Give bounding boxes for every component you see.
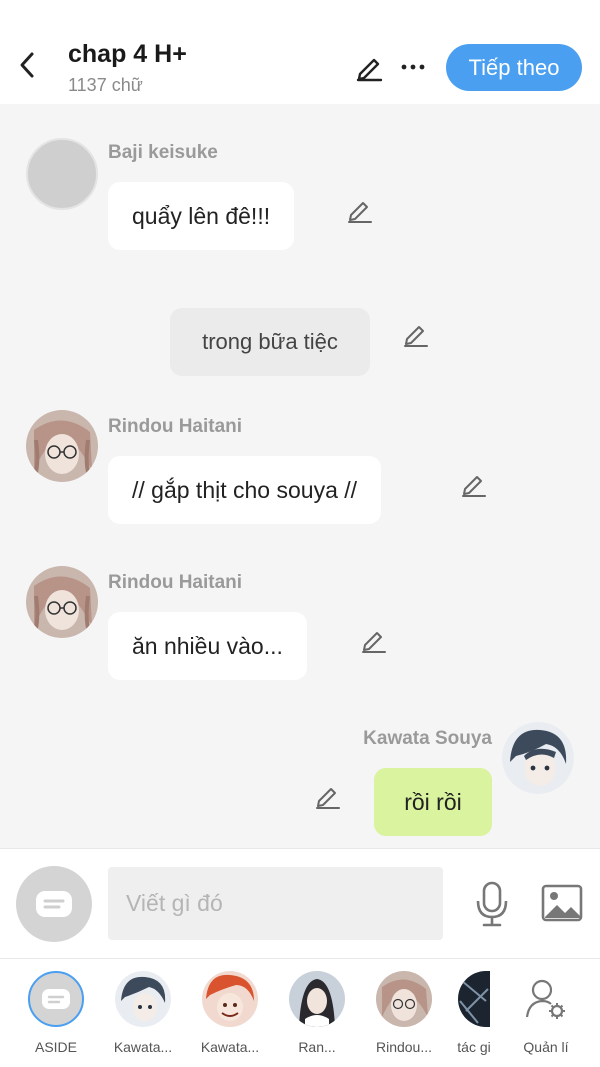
word-count: 1137 chữ bbox=[68, 75, 143, 95]
more-icon bbox=[401, 64, 425, 70]
chapter-title: chap 4 H+ bbox=[68, 40, 187, 68]
character-avatar bbox=[115, 971, 171, 1027]
chevron-left-icon bbox=[20, 52, 34, 78]
back-button[interactable] bbox=[14, 50, 40, 80]
edit-title-button[interactable] bbox=[352, 50, 386, 84]
sender-name: Rindou Haitani bbox=[108, 416, 243, 437]
rindou-portrait bbox=[26, 410, 98, 482]
edit-message-icon[interactable] bbox=[460, 470, 488, 498]
image-icon[interactable] bbox=[540, 883, 584, 923]
mic-icon[interactable] bbox=[472, 881, 512, 927]
character-label: Kawata... bbox=[113, 1039, 173, 1055]
nahoya-portrait bbox=[202, 971, 258, 1027]
edit-message-icon[interactable] bbox=[314, 782, 342, 810]
character-label: Ran... bbox=[298, 1039, 336, 1055]
character-label: ASIDE bbox=[34, 1039, 77, 1055]
avatar-rindou[interactable] bbox=[26, 410, 98, 482]
edit-message-icon[interactable] bbox=[346, 196, 374, 224]
avatar-souya[interactable] bbox=[502, 722, 574, 794]
user-settings-icon bbox=[525, 979, 565, 1019]
avatar-baji[interactable] bbox=[26, 138, 98, 210]
souya-portrait bbox=[115, 971, 171, 1027]
rindou-portrait bbox=[26, 566, 98, 638]
manage-icon-wrap bbox=[518, 971, 574, 1027]
narration-bubble[interactable]: trong bữa tiệc bbox=[170, 308, 370, 376]
avatar-rindou[interactable] bbox=[26, 566, 98, 638]
character-rindou[interactable]: Rindou... bbox=[368, 971, 440, 1055]
edit-message-icon[interactable] bbox=[402, 320, 430, 348]
character-kawata-nahoya[interactable]: Kawata... bbox=[194, 971, 266, 1055]
chat-bubble-icon bbox=[42, 989, 70, 1009]
character-aside[interactable]: ASIDE bbox=[20, 971, 92, 1055]
character-bar: ASIDE Kawata... Kawata... Ran... Rindou.… bbox=[0, 958, 600, 1067]
sender-name: Kawata Souya bbox=[363, 728, 492, 749]
rindou-portrait bbox=[376, 971, 432, 1027]
character-avatar bbox=[458, 971, 490, 1027]
character-avatar bbox=[289, 971, 345, 1027]
composer-bar bbox=[0, 848, 600, 958]
message-bubble[interactable]: ăn nhiều vào... bbox=[108, 612, 307, 680]
character-label: Kawata... bbox=[200, 1039, 260, 1055]
message-bubble[interactable]: // gắp thịt cho souya // bbox=[108, 456, 382, 524]
sender-name: Baji keisuke bbox=[108, 142, 218, 163]
pencil-icon bbox=[356, 58, 383, 82]
character-author[interactable]: tác gi bbox=[446, 971, 502, 1055]
character-ran[interactable]: Ran... bbox=[281, 971, 353, 1055]
app-header: chap 4 H+ 1137 chữ Tiếp theo bbox=[0, 0, 600, 104]
message-bubble[interactable]: quẩy lên đê!!! bbox=[108, 182, 295, 250]
character-kawata-souya[interactable]: Kawata... bbox=[107, 971, 179, 1055]
character-label: tác gi bbox=[457, 1039, 491, 1055]
message-list[interactable]: Baji keisuke quẩy lên đê!!! trong bữa ti… bbox=[0, 104, 600, 848]
aside-avatar bbox=[28, 971, 84, 1027]
sender-name: Rindou Haitani bbox=[108, 572, 243, 593]
more-button[interactable] bbox=[398, 52, 428, 82]
aside-toggle-button[interactable] bbox=[16, 866, 92, 942]
ran-portrait bbox=[289, 971, 345, 1027]
manage-characters-button[interactable]: Quản lí bbox=[510, 971, 582, 1055]
message-input[interactable] bbox=[108, 867, 443, 940]
my-message-bubble[interactable]: rồi rồi bbox=[374, 768, 492, 836]
next-button[interactable]: Tiếp theo bbox=[446, 44, 582, 91]
character-label: Quản lí bbox=[523, 1039, 569, 1055]
character-avatar bbox=[376, 971, 432, 1027]
chat-bubble-icon bbox=[36, 891, 72, 917]
souya-portrait bbox=[502, 722, 574, 794]
character-avatar bbox=[202, 971, 258, 1027]
character-label: Rindou... bbox=[375, 1039, 433, 1055]
author-portrait bbox=[458, 971, 490, 1027]
edit-message-icon[interactable] bbox=[360, 626, 388, 654]
